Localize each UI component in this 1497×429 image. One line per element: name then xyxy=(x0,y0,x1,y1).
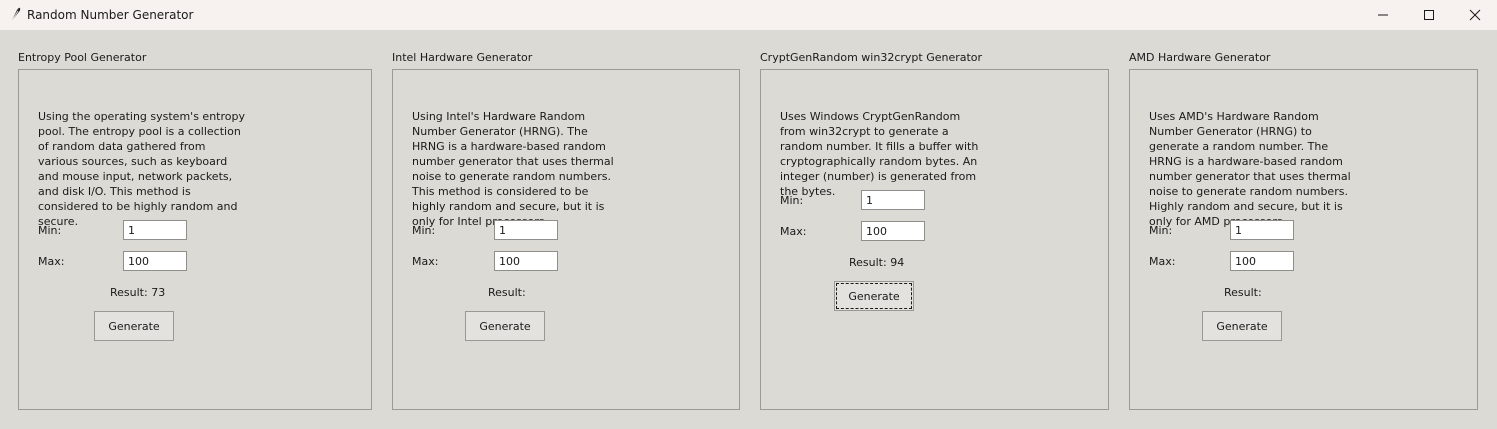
max-label: Max: xyxy=(412,255,439,268)
min-label: Min: xyxy=(1149,224,1173,237)
close-icon xyxy=(1469,9,1481,21)
panel-title: Intel Hardware Generator xyxy=(392,51,533,64)
result-label: Result: xyxy=(1224,286,1262,299)
max-input[interactable] xyxy=(494,251,558,271)
window-title: Random Number Generator xyxy=(27,8,194,22)
max-input[interactable] xyxy=(861,221,925,241)
max-label: Max: xyxy=(1149,255,1176,268)
panel-intel-hardware: Intel Hardware Generator Using Intel's H… xyxy=(392,50,740,410)
panel-title: Entropy Pool Generator xyxy=(18,51,147,64)
max-label: Max: xyxy=(780,225,807,238)
min-input[interactable] xyxy=(861,190,925,210)
result-label: Result: 94 xyxy=(849,256,905,269)
panel-title: AMD Hardware Generator xyxy=(1129,51,1271,64)
max-label: Max: xyxy=(38,255,65,268)
maximize-button[interactable] xyxy=(1406,0,1452,30)
max-input[interactable] xyxy=(123,251,187,271)
panel-description: Using Intel's Hardware Random Number Gen… xyxy=(412,110,614,228)
panel-frame: Uses AMD's Hardware Random Number Genera… xyxy=(1129,69,1478,410)
panel-entropy-pool: Entropy Pool Generator Using the operati… xyxy=(18,50,372,410)
close-button[interactable] xyxy=(1452,0,1497,30)
result-label: Result: 73 xyxy=(110,286,166,299)
generate-button[interactable]: Generate xyxy=(94,311,174,341)
panel-description: Using the operating system's entropy poo… xyxy=(38,110,245,228)
generate-button[interactable]: Generate xyxy=(465,311,545,341)
panel-description: Uses AMD's Hardware Random Number Genera… xyxy=(1149,110,1351,228)
generate-button[interactable]: Generate xyxy=(1202,311,1282,341)
min-input[interactable] xyxy=(1230,220,1294,240)
min-input[interactable] xyxy=(494,220,558,240)
min-label: Min: xyxy=(38,224,62,237)
min-input[interactable] xyxy=(123,220,187,240)
panel-cryptgenrandom: CryptGenRandom win32crypt Generator Uses… xyxy=(760,50,1109,410)
title-bar: Random Number Generator xyxy=(0,0,1497,30)
min-label: Min: xyxy=(780,194,804,207)
panel-frame: Uses Windows CryptGenRandom from win32cr… xyxy=(760,69,1109,410)
min-label: Min: xyxy=(412,224,436,237)
generate-button[interactable]: Generate xyxy=(834,281,914,311)
panel-frame: Using Intel's Hardware Random Number Gen… xyxy=(392,69,740,410)
panel-frame: Using the operating system's entropy poo… xyxy=(18,69,372,410)
max-input[interactable] xyxy=(1230,251,1294,271)
minimize-button[interactable] xyxy=(1360,0,1406,30)
panel-amd-hardware: AMD Hardware Generator Uses AMD's Hardwa… xyxy=(1129,50,1478,410)
result-label: Result: xyxy=(488,286,526,299)
minimize-icon xyxy=(1378,14,1388,16)
feather-icon xyxy=(8,7,22,23)
panel-title: CryptGenRandom win32crypt Generator xyxy=(760,51,983,64)
maximize-icon xyxy=(1424,10,1434,20)
panel-description: Uses Windows CryptGenRandom from win32cr… xyxy=(780,110,979,198)
